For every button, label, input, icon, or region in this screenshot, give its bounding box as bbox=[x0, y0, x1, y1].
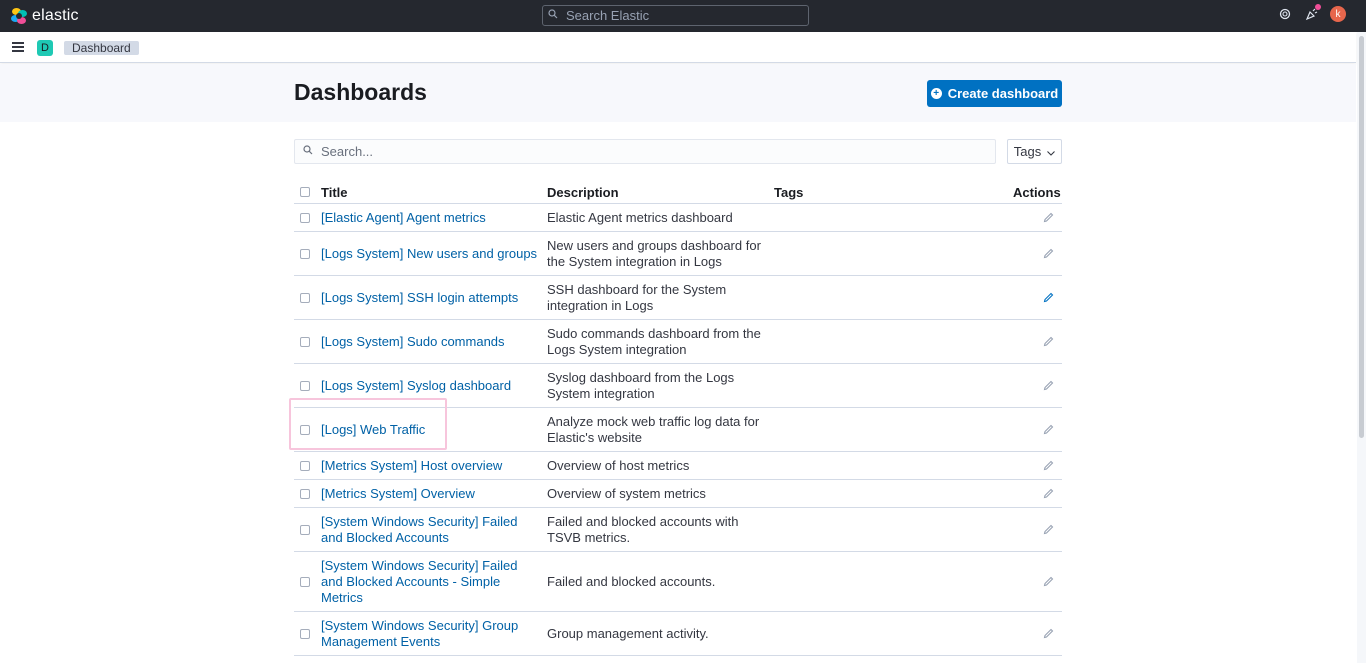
table-body: [Elastic Agent] Agent metrics Elastic Age… bbox=[294, 204, 1062, 656]
dashboard-title-link[interactable]: [Logs System] Sudo commands bbox=[321, 334, 541, 350]
dashboard-description: Overview of host metrics bbox=[547, 458, 690, 473]
dashboard-title-link[interactable]: [System Windows Security] Failed and Blo… bbox=[321, 514, 541, 546]
edit-pencil-icon[interactable] bbox=[1043, 460, 1055, 472]
row-checkbox[interactable] bbox=[300, 489, 310, 499]
row-checkbox[interactable] bbox=[300, 577, 310, 587]
dashboard-description: Syslog dashboard from the Logs System in… bbox=[547, 370, 735, 401]
dashboard-title-link[interactable]: [Logs System] SSH login attempts bbox=[321, 290, 541, 306]
dashboard-description: Overview of system metrics bbox=[547, 486, 706, 501]
notification-dot bbox=[1315, 4, 1321, 10]
dashboard-description: Sudo commands dashboard from the Logs Sy… bbox=[547, 326, 761, 357]
scrollbar-thumb[interactable] bbox=[1359, 36, 1364, 438]
dashboard-description: Analyze mock web traffic log data for El… bbox=[547, 414, 760, 445]
breadcrumb-bar: D Dashboard bbox=[0, 32, 1356, 63]
edit-pencil-icon[interactable] bbox=[1043, 488, 1055, 500]
table-row: [System Windows Security] Failed and Blo… bbox=[294, 508, 1062, 552]
dashboard-title-link[interactable]: [Logs System] Syslog dashboard bbox=[321, 378, 541, 394]
dashboard-search-input[interactable]: Search... bbox=[294, 139, 996, 164]
user-avatar[interactable]: k bbox=[1330, 6, 1346, 22]
row-checkbox[interactable] bbox=[300, 249, 310, 259]
row-checkbox[interactable] bbox=[300, 629, 310, 639]
column-tags: Tags bbox=[774, 185, 804, 200]
edit-pencil-icon[interactable] bbox=[1043, 292, 1055, 304]
dashboards-table: Title Description Tags Actions [Elastic … bbox=[294, 180, 1062, 656]
page-scrollbar[interactable] bbox=[1357, 32, 1366, 663]
help-icon[interactable] bbox=[1278, 7, 1292, 21]
tags-filter-button[interactable]: Tags bbox=[1007, 139, 1062, 164]
table-row: [Logs System] New users and groups New us… bbox=[294, 232, 1062, 276]
row-checkbox[interactable] bbox=[300, 461, 310, 471]
edit-pencil-icon[interactable] bbox=[1043, 212, 1055, 224]
edit-pencil-icon[interactable] bbox=[1043, 628, 1055, 640]
dashboard-title-link[interactable]: [System Windows Security] Failed and Blo… bbox=[321, 558, 541, 606]
dashboard-title-link[interactable]: [Metrics System] Host overview bbox=[321, 458, 541, 474]
brand-name: elastic bbox=[32, 7, 79, 24]
row-checkbox[interactable] bbox=[300, 213, 310, 223]
edit-pencil-icon[interactable] bbox=[1043, 336, 1055, 348]
dashboard-title-link[interactable]: [Elastic Agent] Agent metrics bbox=[321, 210, 541, 226]
search-icon bbox=[548, 9, 564, 22]
row-checkbox[interactable] bbox=[300, 381, 310, 391]
tags-filter-label: Tags bbox=[1013, 144, 1042, 159]
page-title: Dashboards bbox=[294, 79, 427, 105]
table-row: [Metrics System] Overview Overview of sys… bbox=[294, 480, 1062, 508]
table-row: [Metrics System] Host overview Overview o… bbox=[294, 452, 1062, 480]
edit-pencil-icon[interactable] bbox=[1043, 380, 1055, 392]
dashboard-search-placeholder: Search... bbox=[321, 144, 374, 159]
row-checkbox[interactable] bbox=[300, 337, 310, 347]
edit-pencil-icon[interactable] bbox=[1043, 576, 1055, 588]
search-icon bbox=[303, 145, 317, 158]
breadcrumb-dashboard: Dashboard bbox=[64, 41, 139, 55]
dashboard-title-link[interactable]: [Logs System] New users and groups bbox=[321, 246, 541, 262]
global-search-placeholder: Search Elastic bbox=[566, 8, 650, 23]
global-search-input[interactable]: Search Elastic bbox=[542, 5, 809, 26]
dashboard-description: Elastic Agent metrics dashboard bbox=[547, 210, 733, 225]
table-row: [Logs] Web Traffic Analyze mock web traff… bbox=[294, 408, 1062, 452]
menu-toggle-icon[interactable] bbox=[12, 42, 24, 52]
table-row: [Logs System] SSH login attempts SSH dash… bbox=[294, 276, 1062, 320]
plus-circle-icon: + bbox=[930, 88, 942, 99]
chevron-down-icon bbox=[1047, 144, 1056, 159]
table-header: Title Description Tags Actions bbox=[294, 180, 1062, 204]
dashboard-title-link[interactable]: [Metrics System] Overview bbox=[321, 486, 541, 502]
news-feed-icon[interactable] bbox=[1304, 4, 1321, 21]
table-row: [Logs System] Syslog dashboard Syslog das… bbox=[294, 364, 1062, 408]
dashboard-description: SSH dashboard for the System integration… bbox=[547, 282, 727, 313]
dashboard-title-link[interactable]: [Logs] Web Traffic bbox=[321, 422, 541, 438]
table-row: [Logs System] Sudo commands Sudo commands… bbox=[294, 320, 1062, 364]
page-header-band bbox=[0, 64, 1356, 122]
space-avatar[interactable]: D bbox=[37, 40, 53, 56]
dashboard-description: Failed and blocked accounts with TSVB me… bbox=[547, 514, 739, 545]
dashboard-description: Failed and blocked accounts. bbox=[547, 574, 716, 589]
dashboard-description: Group management activity. bbox=[547, 626, 709, 641]
top-header: elastic Search Elastic k bbox=[0, 0, 1366, 32]
column-description: Description bbox=[547, 185, 619, 200]
edit-pencil-icon[interactable] bbox=[1043, 248, 1055, 260]
table-row: [System Windows Security] Failed and Blo… bbox=[294, 552, 1062, 612]
create-dashboard-button[interactable]: + Create dashboard bbox=[927, 80, 1062, 107]
column-title[interactable]: Title bbox=[321, 185, 348, 200]
create-dashboard-label: Create dashboard bbox=[947, 86, 1059, 101]
row-checkbox[interactable] bbox=[300, 293, 310, 303]
column-actions: Actions bbox=[1013, 185, 1061, 200]
table-row: [Elastic Agent] Agent metrics Elastic Age… bbox=[294, 204, 1062, 232]
select-all-checkbox[interactable] bbox=[300, 187, 310, 197]
table-row: [System Windows Security] Group Manageme… bbox=[294, 612, 1062, 656]
dashboard-title-link[interactable]: [System Windows Security] Group Manageme… bbox=[321, 618, 541, 650]
dashboard-description: New users and groups dashboard for the S… bbox=[547, 238, 761, 269]
elastic-logo[interactable]: elastic bbox=[11, 7, 79, 25]
row-checkbox[interactable] bbox=[300, 525, 310, 535]
edit-pencil-icon[interactable] bbox=[1043, 524, 1055, 536]
elastic-cluster-icon bbox=[11, 8, 27, 24]
edit-pencil-icon[interactable] bbox=[1043, 424, 1055, 436]
row-checkbox[interactable] bbox=[300, 425, 310, 435]
